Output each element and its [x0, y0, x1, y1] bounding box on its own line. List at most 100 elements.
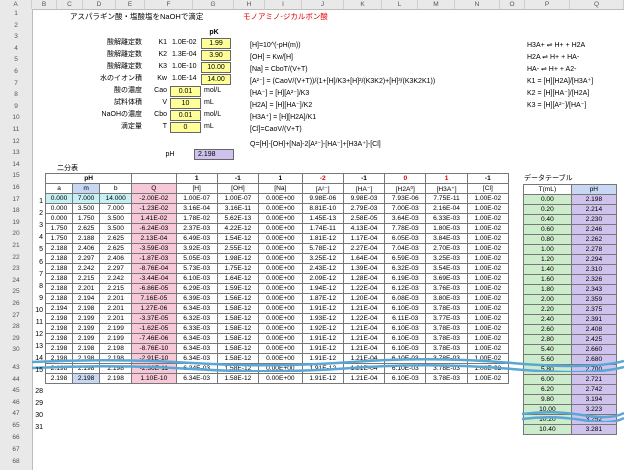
table-cell[interactable]: 6.33E-03 [175, 323, 218, 334]
column-header-c[interactable]: C [57, 0, 83, 9]
table-cell[interactable]: 2.198 [72, 373, 101, 384]
table-cell[interactable]: 1.91E-12 [301, 343, 344, 354]
table-cell[interactable]: 2.625 [99, 233, 133, 244]
table-cell[interactable]: 2.242 [99, 273, 133, 284]
table-cell[interactable]: 2.09E-12 [301, 273, 344, 284]
row-number[interactable]: 45 [0, 387, 32, 394]
param-pk-cell[interactable]: 1.99 [201, 38, 231, 49]
data-table-cell[interactable]: 2.246 [570, 224, 618, 235]
table-cell[interactable]: 2.188 [44, 283, 74, 294]
table-cell[interactable]: 3.84E-03 [425, 233, 468, 244]
table-cell[interactable]: 1.21E-04 [342, 343, 386, 354]
row-number[interactable]: 10 [0, 114, 32, 121]
table-cell[interactable]: 0.00E+00 [258, 253, 303, 264]
coef-cell[interactable]: 1 [425, 173, 468, 184]
table-cell[interactable]: -1.87E-03 [131, 253, 177, 264]
table-cell[interactable]: -1.23E-02 [131, 203, 177, 214]
data-table-cell[interactable]: 2.262 [570, 234, 618, 245]
data-table-cell[interactable]: 2.425 [570, 334, 618, 345]
param-value[interactable]: 1.3E-04 [172, 50, 197, 60]
table-cell[interactable]: 1.00E-02 [466, 253, 510, 264]
table-cell[interactable]: 2.13E-04 [131, 233, 177, 244]
table-cell[interactable]: 2.37E-03 [175, 223, 218, 234]
column-header-e[interactable]: E [116, 0, 145, 9]
table-cell[interactable]: 1.80E-03 [425, 223, 468, 234]
data-table-cell[interactable]: 6.20 [523, 384, 572, 395]
column-header-o[interactable]: O [500, 0, 525, 9]
coef-cell[interactable]: -1 [342, 173, 386, 184]
row-number[interactable]: 1 [0, 10, 32, 17]
table-cell[interactable]: 1.93E-12 [301, 313, 344, 324]
data-table-cell[interactable]: 1.20 [523, 254, 572, 265]
data-table-cell[interactable]: 1.80 [523, 284, 572, 295]
table-cell[interactable]: 3.54E-03 [425, 263, 468, 274]
column-header-i[interactable]: I [265, 0, 302, 9]
data-table-cell[interactable]: 2.20 [523, 304, 572, 315]
table-cell[interactable]: 2.199 [99, 323, 133, 334]
param-pk-cell[interactable]: 10.00 [201, 62, 231, 73]
row-number[interactable]: 16 [0, 184, 32, 191]
data-table-cell[interactable]: 2.721 [570, 374, 618, 385]
data-table-cell[interactable]: 9.80 [523, 394, 572, 405]
row-number[interactable]: 67 [0, 446, 32, 453]
table-cell[interactable]: 1.10E-10 [131, 373, 177, 384]
row-number[interactable]: 12 [0, 138, 32, 145]
row-number[interactable]: 29 [0, 335, 32, 342]
table-cell[interactable]: 0.00E+00 [258, 203, 303, 214]
table-cell[interactable]: 1.00E-02 [466, 213, 510, 224]
column-header-h[interactable]: H [234, 0, 265, 9]
table-cell[interactable]: 0.00E+00 [258, 303, 303, 314]
table-cell[interactable]: -6.86E-05 [131, 283, 177, 294]
column-header-l[interactable]: L [382, 0, 418, 9]
table-cell[interactable]: 2.188 [44, 263, 74, 274]
table-cell[interactable]: 1.00E-02 [466, 273, 510, 284]
row-number[interactable]: 25 [0, 288, 32, 295]
column-header-q[interactable]: Q [570, 0, 624, 9]
table-cell[interactable]: 2.406 [72, 243, 101, 254]
table-cell[interactable]: 3.500 [99, 223, 133, 234]
table-cell[interactable]: 0.00E+00 [258, 323, 303, 334]
table-cell[interactable]: 1.58E-12 [216, 343, 260, 354]
table-cell[interactable]: 3.25E-03 [425, 253, 468, 264]
table-cell[interactable]: 7.000 [72, 193, 101, 204]
table-cell[interactable]: 2.199 [72, 323, 101, 334]
data-table-cell[interactable]: 2.375 [570, 304, 618, 315]
table-cell[interactable]: 1.00E-02 [466, 343, 510, 354]
table-cell[interactable]: 6.39E-03 [175, 293, 218, 304]
row-number[interactable]: 19 [0, 219, 32, 226]
data-table-cell[interactable]: 2.326 [570, 274, 618, 285]
table-cell[interactable]: -8.76E-04 [131, 263, 177, 274]
param-value[interactable]: 1.0E-02 [172, 38, 197, 48]
ph-value-cell[interactable]: 2.198 [194, 149, 234, 160]
table-cell[interactable]: 0.00E+00 [258, 213, 303, 224]
table-cell[interactable]: 0.00E+00 [258, 313, 303, 324]
row-number[interactable]: 28 [0, 323, 32, 330]
table-cell[interactable]: 1.750 [44, 233, 74, 244]
table-cell[interactable]: 2.198 [44, 313, 74, 324]
table-cell[interactable]: 1.27E-06 [131, 303, 177, 314]
table-cell[interactable]: 2.198 [99, 343, 133, 354]
data-table-cell[interactable]: 2.40 [523, 314, 572, 325]
table-cell[interactable]: 6.11E-03 [384, 313, 427, 324]
row-number[interactable]: 3 [0, 33, 32, 40]
table-cell[interactable]: 1.22E-04 [342, 283, 386, 294]
data-table-cell[interactable]: 2.343 [570, 284, 618, 295]
table-cell[interactable]: 3.77E-03 [425, 313, 468, 324]
table-cell[interactable]: 1.00E-02 [466, 283, 510, 294]
table-cell[interactable]: 4.22E-12 [216, 223, 260, 234]
input-value-cell[interactable]: 10 [170, 98, 201, 109]
row-number[interactable]: 14 [0, 161, 32, 168]
data-table-cell[interactable]: 2.230 [570, 214, 618, 225]
row-number[interactable]: 17 [0, 196, 32, 203]
table-cell[interactable]: 2.198 [72, 343, 101, 354]
data-table-cell[interactable]: 2.310 [570, 264, 618, 275]
data-table-cell[interactable]: 2.278 [570, 244, 618, 255]
table-cell[interactable]: 3.16E-11 [216, 203, 260, 214]
table-cell[interactable]: 3.76E-03 [425, 283, 468, 294]
table-cell[interactable]: 1.94E-12 [301, 283, 344, 294]
row-number[interactable]: 20 [0, 230, 32, 237]
table-cell[interactable]: 1.45E-13 [301, 213, 344, 224]
table-cell[interactable]: 1.00E-02 [466, 223, 510, 234]
param-pk-cell[interactable]: 3.90 [201, 50, 231, 61]
table-cell[interactable]: 0.00E+00 [258, 333, 303, 344]
